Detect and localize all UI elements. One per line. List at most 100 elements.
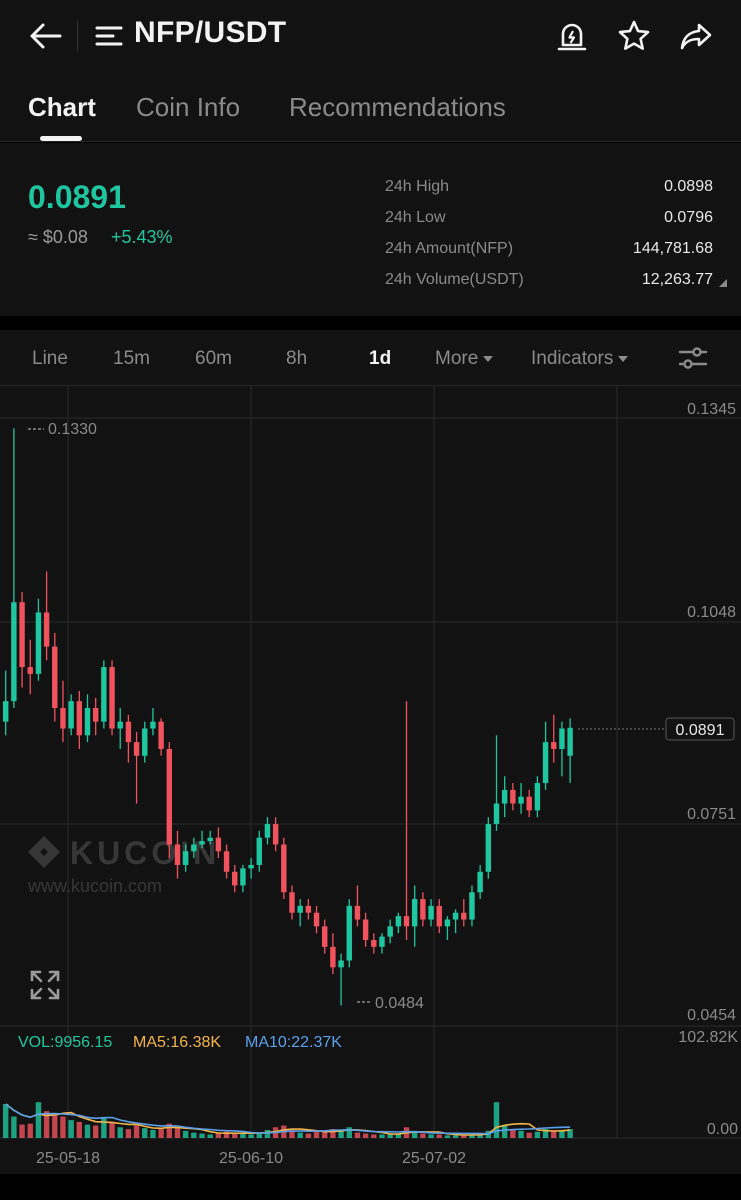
- tab-chart[interactable]: Chart: [28, 92, 96, 123]
- candle-body: [551, 742, 557, 749]
- stat-24h-volume-label: 24h Volume(USDT): [385, 271, 524, 288]
- candle-body: [281, 844, 287, 893]
- candle-body: [150, 721, 156, 729]
- candle-body: [485, 824, 492, 872]
- candle-body: [567, 727, 573, 756]
- candle-body: [125, 721, 132, 743]
- candle-body: [313, 912, 320, 927]
- interval-8h[interactable]: 8h: [286, 348, 307, 370]
- candle-body: [444, 919, 451, 927]
- fullscreen-icon[interactable]: [30, 970, 60, 1000]
- candles-layer: [3, 428, 573, 1006]
- volume-bar: [76, 1121, 83, 1138]
- candle-body: [526, 796, 532, 811]
- candle-body: [338, 960, 344, 968]
- interval-60m[interactable]: 60m: [195, 348, 232, 370]
- volume-bar: [117, 1127, 123, 1138]
- candle-body: [501, 789, 508, 804]
- price-tick-label: 0.1048: [687, 604, 736, 621]
- volume-bar: [313, 1131, 320, 1138]
- more-caret-icon: [483, 355, 494, 362]
- candle-body: [248, 864, 254, 869]
- candle-body: [109, 667, 115, 729]
- candle-body: [477, 871, 483, 893]
- ma5-line: [5, 1103, 571, 1136]
- candle-body: [256, 837, 262, 865]
- section-gap: [0, 316, 741, 330]
- candle-body: [272, 824, 279, 845]
- candle-body: [52, 646, 58, 709]
- volume-bar: [248, 1134, 254, 1138]
- candle-body: [133, 742, 140, 756]
- tab-coin-info[interactable]: Coin Info: [136, 92, 240, 123]
- candle-body: [101, 667, 107, 722]
- volume-bar: [420, 1133, 426, 1138]
- candle-body: [452, 912, 459, 920]
- candle-body: [3, 701, 9, 722]
- price-alert-icon[interactable]: [554, 18, 590, 54]
- candle-body: [428, 905, 434, 920]
- candle-body: [362, 919, 369, 941]
- more-dropdown[interactable]: More: [435, 348, 494, 370]
- candle-body: [92, 708, 99, 722]
- interval-15m[interactable]: 15m: [113, 348, 150, 370]
- kucoin-watermark: KUCOIN www.kucoin.com: [27, 835, 216, 896]
- date-tick-label: 25-07-02: [402, 1150, 466, 1167]
- share-icon[interactable]: [678, 18, 714, 54]
- candle-body: [158, 721, 164, 749]
- date-tick-label: 25-05-18: [36, 1150, 100, 1167]
- volume-bar: [240, 1133, 246, 1138]
- volume-bar: [3, 1103, 9, 1138]
- volume-bar: [526, 1132, 532, 1138]
- candle-body: [117, 721, 123, 729]
- candle-body: [289, 892, 295, 913]
- vol-label: VOL:9956.15: [18, 1034, 112, 1051]
- volume-bar: [150, 1129, 156, 1138]
- chart-settings-icon[interactable]: [678, 344, 708, 372]
- volume-bar: [27, 1123, 33, 1138]
- pair-title[interactable]: NFP/USDT: [134, 16, 286, 50]
- star-icon[interactable]: [616, 18, 652, 54]
- interval-1d[interactable]: 1d: [369, 348, 391, 370]
- tab-recommendations[interactable]: Recommendations: [289, 92, 506, 123]
- stat-24h-volume-value[interactable]: 12,263.77: [642, 271, 713, 289]
- volume-bar: [207, 1134, 213, 1138]
- candle-body: [297, 905, 303, 913]
- back-arrow-icon[interactable]: [26, 18, 66, 54]
- indicators-label: Indicators: [531, 348, 614, 369]
- volume-zero-label: 0.00: [707, 1121, 738, 1138]
- volume-bar: [371, 1134, 377, 1138]
- menu-icon[interactable]: [94, 22, 124, 50]
- volume-bar: [346, 1127, 352, 1138]
- interval-line[interactable]: Line: [32, 348, 68, 370]
- candle-body: [346, 905, 352, 961]
- candle-body: [142, 728, 148, 756]
- candlestick-chart[interactable]: KUCOIN www.kucoin.com 0.1345 0.1048 0.07…: [0, 386, 741, 1174]
- candle-body: [403, 916, 410, 927]
- volume-bar: [60, 1116, 66, 1138]
- price-tick-label: 0.0751: [687, 806, 736, 823]
- volume-toggle-icon[interactable]: [719, 279, 727, 287]
- volume-bar: [125, 1129, 132, 1138]
- candle-body: [322, 926, 328, 947]
- ma10-label: MA10:22.37K: [245, 1034, 342, 1051]
- chart-area[interactable]: KUCOIN www.kucoin.com 0.1345 0.1048 0.07…: [0, 386, 741, 1174]
- more-label: More: [435, 348, 479, 369]
- candle-body: [240, 868, 246, 886]
- volume-bar: [551, 1130, 557, 1138]
- candle-body: [191, 844, 197, 852]
- stat-24h-high-label: 24h High: [385, 178, 450, 195]
- volume-bar: [11, 1116, 17, 1138]
- min-price-marker: 0.0484: [357, 995, 424, 1012]
- candle-body: [510, 789, 516, 804]
- candle-body: [199, 841, 205, 845]
- volume-bar: [19, 1124, 25, 1138]
- candle-body: [35, 612, 42, 674]
- candle-body: [223, 851, 230, 872]
- indicators-dropdown[interactable]: Indicators: [531, 348, 629, 370]
- candle-body: [395, 916, 402, 927]
- volume-bar: [35, 1102, 42, 1138]
- candle-body: [469, 892, 475, 920]
- volume-bar: [92, 1125, 99, 1138]
- candle-body: [76, 701, 83, 736]
